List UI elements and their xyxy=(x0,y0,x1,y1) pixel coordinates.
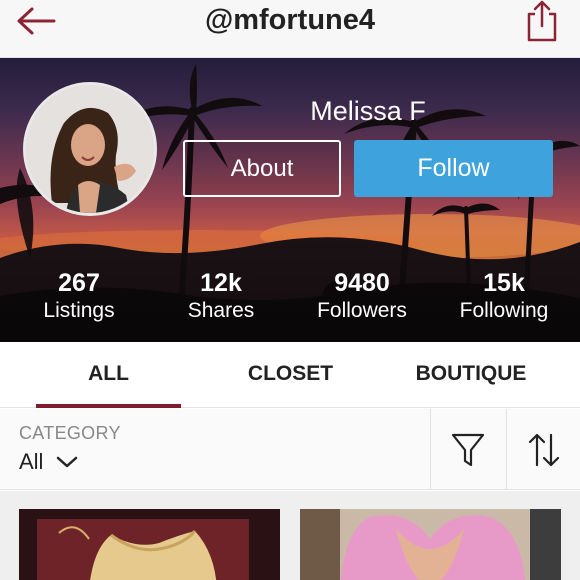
profile-stats: 267 Listings 12k Shares 9480 Followers 1… xyxy=(0,268,580,328)
stat-label: Shares xyxy=(187,299,255,322)
tab-all[interactable]: ALL xyxy=(36,362,181,386)
filter-bar: CATEGORY All xyxy=(0,409,580,490)
page-title: @mfortune4 xyxy=(204,4,376,36)
funnel-icon xyxy=(451,433,485,466)
about-button[interactable]: About xyxy=(183,140,341,197)
stat-following[interactable]: 15k Following xyxy=(434,268,574,324)
stat-label: Following xyxy=(459,299,549,322)
stat-label: Listings xyxy=(43,299,115,322)
follow-button[interactable]: Follow xyxy=(354,140,553,197)
listing-photo xyxy=(300,509,561,580)
category-dropdown[interactable]: All xyxy=(19,449,79,475)
sort-arrows-icon xyxy=(528,433,559,466)
stat-value: 267 xyxy=(58,269,100,297)
stat-followers[interactable]: 9480 Followers xyxy=(292,268,432,324)
stat-value: 12k xyxy=(200,269,242,297)
stat-listings[interactable]: 267 Listings xyxy=(9,268,149,324)
filter-button[interactable] xyxy=(430,409,506,490)
listing-tile[interactable] xyxy=(300,509,561,580)
avatar[interactable] xyxy=(23,82,157,216)
category-label: CATEGORY xyxy=(19,423,121,443)
profile-photo xyxy=(26,85,154,213)
stat-shares[interactable]: 12k Shares xyxy=(151,268,291,324)
stat-label: Followers xyxy=(317,299,407,322)
tab-closet[interactable]: CLOSET xyxy=(218,362,363,386)
listing-grid xyxy=(0,491,580,580)
top-navigation-bar: @mfortune4 xyxy=(0,0,580,58)
listing-tile[interactable] xyxy=(19,509,280,580)
listing-photo xyxy=(19,509,280,580)
sort-button[interactable] xyxy=(507,409,580,490)
category-value: All xyxy=(19,449,44,474)
share-icon xyxy=(527,0,557,42)
profile-cover: Melissa F About Follow 267 Listings 12k … xyxy=(0,58,580,342)
chevron-down-icon xyxy=(57,456,78,468)
share-button[interactable] xyxy=(524,0,560,42)
stat-value: 9480 xyxy=(334,269,390,297)
closet-tabs: ALL CLOSET BOUTIQUE xyxy=(0,342,580,408)
tab-boutique[interactable]: BOUTIQUE xyxy=(396,362,546,386)
stat-value: 15k xyxy=(483,269,525,297)
display-name: Melissa F xyxy=(310,96,426,126)
active-tab-indicator xyxy=(36,404,181,408)
